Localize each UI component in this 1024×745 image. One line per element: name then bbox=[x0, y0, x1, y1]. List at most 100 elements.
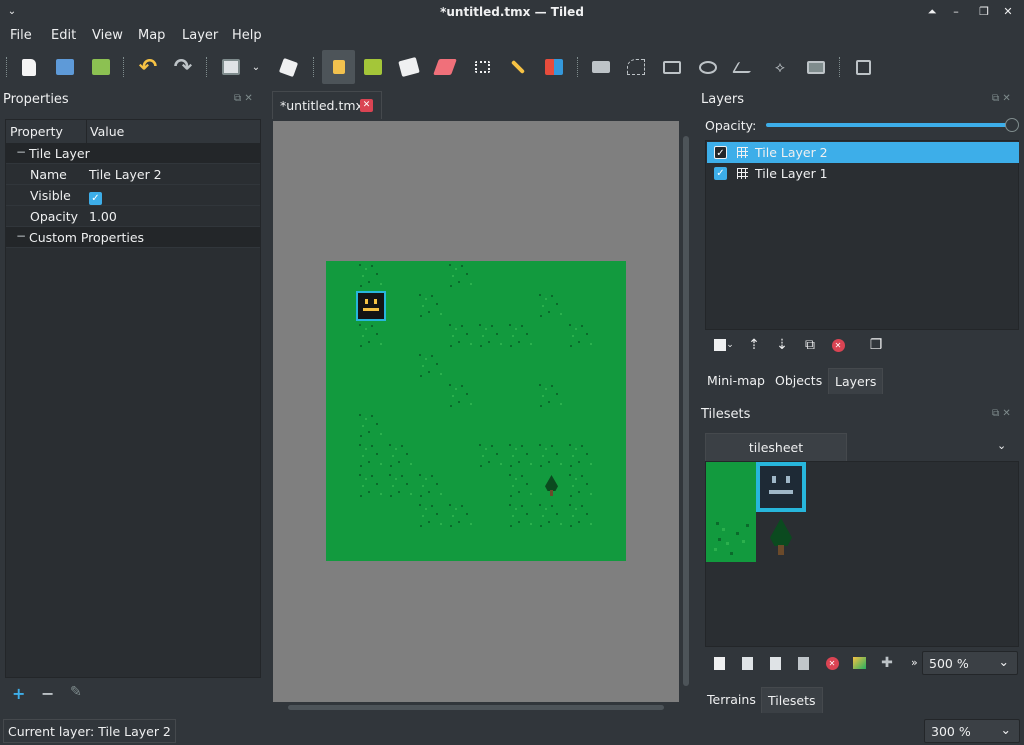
duplicate-layer-button[interactable]: ⧉ bbox=[799, 335, 821, 355]
remove-property-button[interactable]: − bbox=[41, 684, 54, 703]
collapse-icon[interactable]: − bbox=[16, 145, 26, 159]
maximize-button[interactable]: ❐ bbox=[976, 4, 992, 20]
remove-tileset-button[interactable]: ✕ bbox=[821, 653, 843, 673]
minimize-button[interactable]: – bbox=[948, 4, 964, 20]
menu-edit[interactable]: Edit bbox=[51, 28, 76, 43]
tileset-zoom-select[interactable]: 500 % ⌄ bbox=[922, 651, 1018, 675]
delete-layer-button[interactable]: ✕ bbox=[827, 335, 849, 355]
properties-dock-buttons[interactable]: ⧉ ✕ bbox=[234, 93, 253, 104]
scrollbar-thumb[interactable] bbox=[683, 136, 689, 686]
edit-polygons-button[interactable] bbox=[622, 53, 650, 81]
close-window-button[interactable]: ✕ bbox=[1000, 4, 1016, 20]
eraser-button[interactable] bbox=[431, 53, 459, 81]
opacity-slider-handle[interactable] bbox=[1005, 118, 1019, 132]
embed-tileset-button[interactable] bbox=[736, 653, 758, 673]
properties-icon bbox=[797, 656, 809, 670]
export-tileset-button[interactable] bbox=[764, 653, 786, 673]
tab-objects[interactable]: Objects bbox=[769, 368, 828, 394]
horizontal-scrollbar[interactable] bbox=[273, 703, 679, 713]
layer-visible-checkbox[interactable]: ✓ bbox=[714, 146, 727, 159]
tileset-view[interactable] bbox=[705, 461, 1019, 647]
group-custom-properties[interactable]: − Custom Properties bbox=[6, 227, 260, 248]
lower-layer-button[interactable]: ⇣ bbox=[771, 335, 793, 355]
property-row-opacity[interactable]: Opacity 1.00 bbox=[6, 206, 260, 227]
rename-property-button[interactable]: ✎ bbox=[70, 684, 82, 700]
add-tiles-button[interactable]: ✚ bbox=[876, 653, 898, 673]
column-header-property[interactable]: Property bbox=[10, 124, 63, 139]
tile-grass[interactable] bbox=[706, 462, 756, 512]
collapse-icon[interactable]: − bbox=[16, 229, 26, 243]
visible-checkbox[interactable]: ✓ bbox=[89, 189, 102, 205]
select-objects-button[interactable] bbox=[587, 53, 615, 81]
open-button[interactable] bbox=[51, 53, 79, 81]
map-zoom-select[interactable]: 300 % ⌄ bbox=[924, 719, 1020, 743]
select-same-tile-button[interactable] bbox=[540, 53, 568, 81]
layer-row[interactable]: ✓ Tile Layer 2 bbox=[707, 142, 1019, 163]
bucket-fill-button[interactable] bbox=[395, 53, 423, 81]
insert-tile-button[interactable] bbox=[802, 53, 830, 81]
vertical-scrollbar[interactable] bbox=[682, 121, 692, 702]
tab-layers[interactable]: Layers bbox=[828, 368, 884, 394]
save-button[interactable] bbox=[87, 53, 115, 81]
commands-button[interactable] bbox=[217, 53, 245, 81]
redo-button[interactable]: ↷ bbox=[169, 53, 197, 81]
dropdown-arrow-icon: ⌄ bbox=[726, 340, 734, 350]
group-tile-layer[interactable]: − Tile Layer bbox=[6, 143, 260, 164]
tab-mini-map[interactable]: Mini-map bbox=[701, 368, 771, 394]
insert-rectangle-button[interactable] bbox=[658, 53, 686, 81]
property-key: Name bbox=[30, 167, 67, 182]
new-map-button[interactable] bbox=[15, 53, 43, 81]
tile-smiley-selected[interactable] bbox=[756, 462, 806, 512]
insert-polyline-button[interactable]: ⟡ bbox=[766, 53, 794, 81]
rectangular-select-button[interactable] bbox=[468, 53, 496, 81]
insert-polygon-button[interactable] bbox=[730, 53, 758, 81]
tab-tilesets[interactable]: Tilesets bbox=[761, 687, 823, 713]
menu-file[interactable]: File bbox=[10, 28, 32, 43]
overflow-icon[interactable]: » bbox=[911, 656, 918, 669]
new-tileset-button[interactable] bbox=[708, 653, 730, 673]
property-value[interactable]: Tile Layer 2 bbox=[89, 167, 162, 182]
stamp-brush-button[interactable] bbox=[322, 50, 355, 84]
property-value[interactable]: 1.00 bbox=[89, 209, 117, 224]
fit-window-button[interactable] bbox=[849, 53, 877, 81]
opacity-slider[interactable] bbox=[766, 123, 1014, 127]
undo-button[interactable]: ↶ bbox=[134, 53, 162, 81]
layer-row[interactable]: ✓ Tile Layer 1 bbox=[707, 163, 1019, 184]
menu-map[interactable]: Map bbox=[138, 28, 165, 43]
menu-help[interactable]: Help bbox=[232, 28, 262, 43]
column-header-value[interactable]: Value bbox=[90, 124, 124, 139]
terrain-brush-button[interactable] bbox=[359, 53, 387, 81]
scrollbar-thumb[interactable] bbox=[288, 705, 664, 710]
tile-tree[interactable] bbox=[756, 512, 806, 562]
tab-terrains[interactable]: Terrains bbox=[701, 687, 762, 713]
property-row-visible[interactable]: Visible ✓ bbox=[6, 185, 260, 206]
close-tab-icon[interactable]: ✕ bbox=[360, 99, 373, 112]
insert-ellipse-button[interactable] bbox=[694, 53, 722, 81]
layer-visible-checkbox[interactable]: ✓ bbox=[714, 167, 727, 180]
tileset-properties-button[interactable] bbox=[792, 653, 814, 673]
raise-layer-button[interactable]: ⇡ bbox=[743, 335, 765, 355]
tileset-list-dropdown[interactable]: ⌄ bbox=[997, 439, 1006, 452]
map-canvas[interactable] bbox=[273, 121, 679, 702]
tab-untitled[interactable]: *untitled.tmx ✕ bbox=[272, 91, 382, 119]
layers-dock-buttons[interactable]: ⧉ ✕ bbox=[992, 93, 1011, 104]
tab-label: *untitled.tmx bbox=[280, 98, 363, 113]
menu-bar: File Edit View Map Layer Help bbox=[0, 25, 1024, 47]
menu-layer[interactable]: Layer bbox=[182, 28, 218, 43]
export-icon bbox=[769, 656, 781, 670]
commands-dropdown[interactable]: ⌄ bbox=[248, 53, 264, 81]
keep-above-button[interactable]: ⏶ bbox=[924, 4, 940, 20]
edit-terrain-button[interactable] bbox=[848, 653, 870, 673]
add-property-button[interactable]: + bbox=[12, 684, 25, 703]
magic-wand-button[interactable] bbox=[504, 53, 532, 81]
new-layer-button[interactable]: ⌄ bbox=[710, 335, 738, 355]
tilesets-dock-buttons[interactable]: ⧉ ✕ bbox=[992, 408, 1011, 419]
random-mode-button[interactable] bbox=[274, 53, 302, 81]
toggle-other-layers-button[interactable]: ❐ bbox=[865, 335, 887, 355]
property-row-name[interactable]: Name Tile Layer 2 bbox=[6, 164, 260, 185]
tileset-tab-tilesheet[interactable]: tilesheet bbox=[705, 433, 847, 462]
menu-view[interactable]: View bbox=[92, 28, 123, 43]
tile-grass-patch[interactable] bbox=[706, 512, 756, 562]
grass-patch-tile bbox=[506, 441, 536, 471]
tile-map[interactable] bbox=[326, 261, 626, 561]
